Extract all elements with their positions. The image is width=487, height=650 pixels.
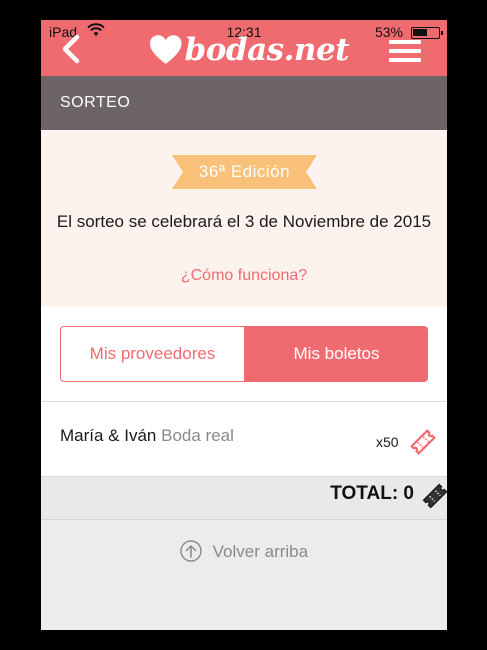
battery-percent: 53%: [374, 24, 403, 40]
hamburger-menu-icon-bar: [389, 58, 421, 62]
back-button[interactable]: [59, 34, 83, 64]
app-screen: iPad 12:31 53% bodas.net SORTEO 36ª Edic…: [41, 20, 447, 630]
section-title: SORTEO: [41, 76, 447, 130]
chevron-left-icon: [62, 34, 80, 64]
edition-badge: 36ª Edición: [172, 155, 317, 189]
total-row: TOTAL: 0: [41, 478, 447, 520]
total-label: TOTAL: 0: [330, 483, 414, 504]
tab-mis-proveedores[interactable]: Mis proveedores: [60, 326, 245, 382]
ticket-count: x50: [376, 434, 399, 450]
edition-panel: 36ª Edición El sorteo se celebrará el 3 …: [41, 130, 447, 326]
back-to-top-link[interactable]: Volver arriba: [41, 540, 447, 562]
back-to-top-label: Volver arriba: [212, 542, 309, 561]
brand-logo[interactable]: bodas.net: [149, 30, 350, 70]
ticket-icon: [422, 483, 447, 509]
edition-label: 36ª Edición: [198, 162, 291, 181]
tab-mis-boletos[interactable]: Mis boletos: [245, 326, 428, 382]
menu-button[interactable]: [389, 40, 421, 62]
arrow-up-circle-icon: [180, 540, 202, 562]
couple-name: María & Iván: [60, 426, 157, 445]
tabs-container: Mis proveedores Mis boletos: [41, 307, 447, 402]
heart-icon: [149, 35, 182, 64]
brand-wordmark: bodas.net: [184, 32, 350, 68]
couple-label: María & Iván Boda real: [60, 426, 234, 446]
list-item[interactable]: María & Iván Boda real x50: [41, 402, 447, 477]
hamburger-menu-icon-bar: [389, 49, 421, 53]
app-header: iPad 12:31 53% bodas.net: [41, 20, 447, 76]
how-it-works-link[interactable]: ¿Cómo funciona?: [41, 267, 447, 285]
ticket-icon: [410, 429, 436, 455]
hamburger-menu-icon: [389, 40, 421, 44]
couple-tag: Boda real: [161, 426, 234, 445]
raffle-date-text: El sorteo se celebrará el 3 de Noviembre…: [56, 212, 432, 231]
battery-icon: [411, 27, 443, 39]
